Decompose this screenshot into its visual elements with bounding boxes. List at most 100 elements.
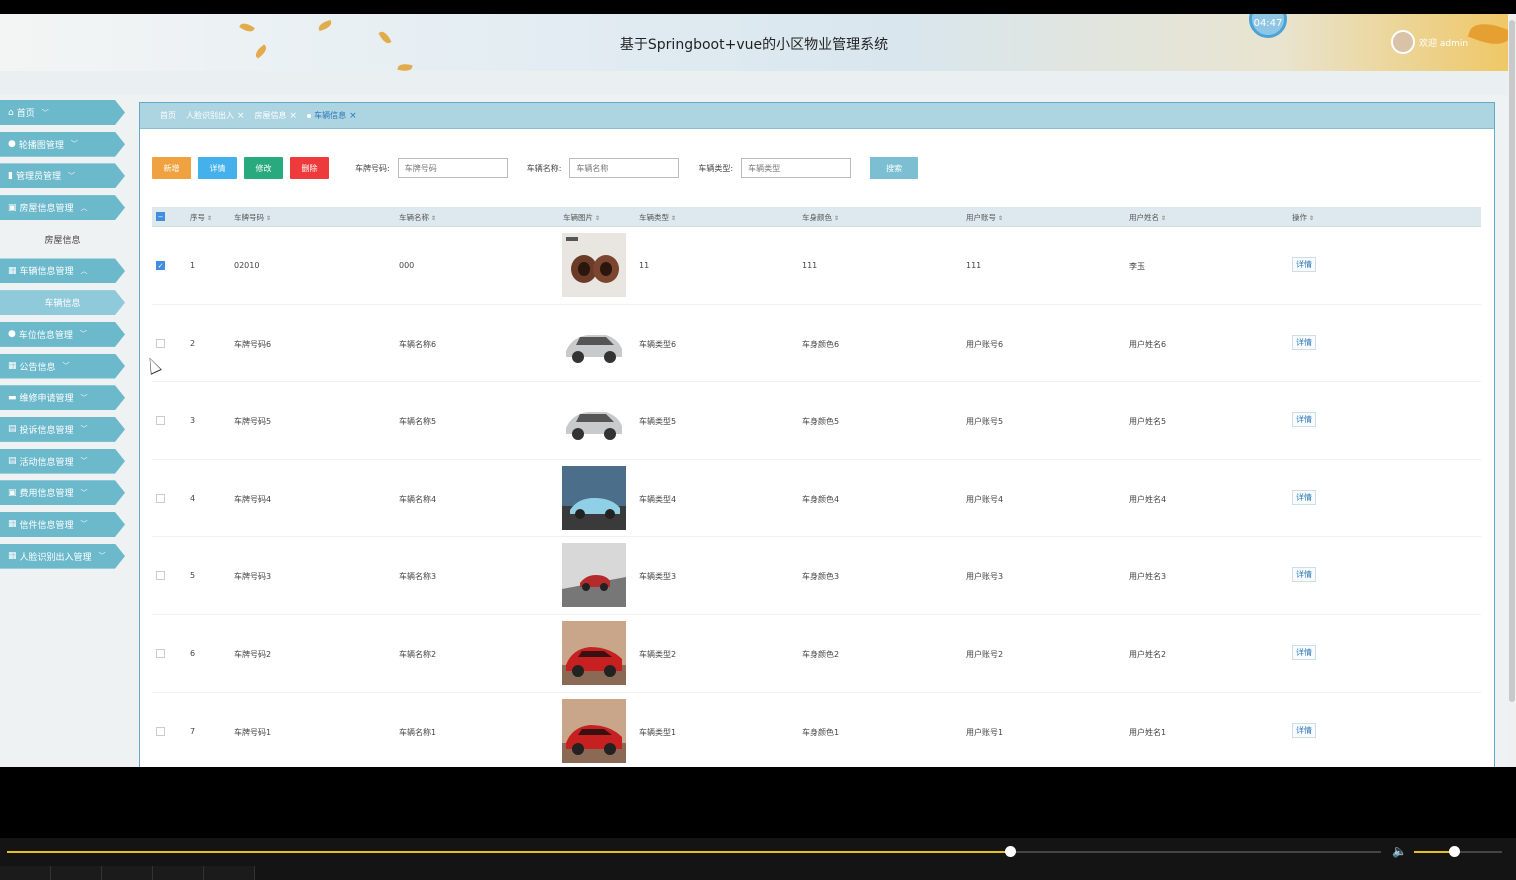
sort-icon[interactable]: ⇕ [593, 215, 600, 222]
row-detail-button[interactable]: 详情 [1292, 412, 1316, 428]
vehicle-thumbnail[interactable] [562, 388, 626, 453]
sidebar-subitem-active[interactable]: 车辆信息 [0, 290, 125, 316]
volume-handle[interactable] [1448, 846, 1460, 857]
sidebar-subitem[interactable]: 房屋信息 [0, 227, 125, 252]
edit-button[interactable]: 修改 [244, 157, 283, 179]
cell-plate: 车牌号码4 [234, 494, 272, 504]
sidebar-item[interactable]: ▦ 车辆信息管理 ︿ [0, 258, 125, 284]
leaf-decoration [317, 19, 333, 32]
vehicle-thumbnail[interactable] [562, 620, 626, 685]
tab[interactable]: 房屋信息 × [255, 110, 298, 121]
chevron-down-icon: ﹀ [80, 520, 88, 529]
select-all-checkbox[interactable]: − [156, 212, 165, 221]
sidebar-item[interactable]: ▬ 维修申请管理 ﹀ [0, 385, 125, 411]
tab[interactable]: 人脸识别出入 × [186, 110, 245, 121]
close-icon[interactable]: × [237, 111, 245, 121]
vehicle-type-label: 车辆类型: [698, 163, 734, 173]
column-header[interactable]: 车辆图片 ⇕ [563, 212, 600, 223]
column-header[interactable]: 车辆名称 ⇕ [399, 212, 436, 223]
close-icon[interactable]: × [290, 111, 298, 121]
user-info[interactable]: 欢迎 admin [1391, 30, 1468, 54]
plate-input[interactable] [397, 158, 508, 178]
column-header[interactable]: 车牌号码 ⇕ [234, 212, 271, 223]
tab[interactable]: 首页 [160, 110, 176, 121]
sidebar-item-label: 信件信息管理 [19, 520, 74, 531]
table-row[interactable]: 7 车牌号码1 车辆名称1 车辆类型1 车身颜色1 用户账号1 用户姓名1 详情 [152, 693, 1481, 767]
sort-icon[interactable]: ⇕ [669, 215, 676, 222]
cell-account: 用户账号5 [966, 417, 1004, 427]
row-detail-button[interactable]: 详情 [1292, 567, 1316, 583]
vehicle-thumbnail[interactable] [562, 310, 626, 375]
sidebar-item[interactable]: ▦ 人脸识别出入管理 ﹀ [0, 543, 125, 569]
row-checkbox[interactable] [156, 338, 165, 348]
row-detail-button[interactable]: 详情 [1292, 489, 1316, 505]
column-header[interactable]: 用户姓名 ⇕ [1129, 212, 1166, 223]
vehicle-thumbnail[interactable] [562, 465, 626, 530]
sidebar-item[interactable]: ● 轮播图管理 ﹀ [0, 131, 125, 157]
table-row[interactable]: ✓ 1 02010 000 11 111 111 李玉 详情 [152, 227, 1481, 305]
tab-label: 首页 [160, 111, 176, 120]
home-icon: ⌂ [8, 107, 14, 118]
sidebar-item[interactable]: ● 车位信息管理 ﹀ [0, 321, 125, 347]
cell-user: 用户姓名2 [1129, 649, 1167, 659]
detail-button[interactable]: 详情 [198, 157, 237, 179]
column-header[interactable]: 序号 ⇕ [190, 212, 212, 223]
delete-button[interactable]: 删除 [290, 157, 329, 179]
avatar[interactable] [1391, 30, 1415, 54]
cell-plate: 车牌号码6 [234, 339, 272, 349]
sort-icon[interactable]: ⇕ [1159, 215, 1166, 222]
sort-icon[interactable]: ⇕ [429, 215, 436, 222]
row-detail-button[interactable]: 详情 [1292, 722, 1316, 738]
column-header[interactable]: 车辆类型 ⇕ [639, 212, 676, 223]
close-icon[interactable]: × [349, 111, 357, 121]
cell-user: 用户姓名1 [1129, 727, 1167, 737]
chevron-down-icon: ﹀ [80, 488, 88, 497]
cell-user: 用户姓名4 [1129, 494, 1167, 504]
table-row[interactable]: 4 车牌号码4 车辆名称4 车辆类型4 车身颜色4 用户账号4 用户姓名4 详情 [152, 460, 1481, 538]
sidebar-item[interactable]: ▤ 投诉信息管理 ﹀ [0, 416, 125, 442]
cell-account: 用户账号6 [966, 339, 1004, 349]
row-detail-button[interactable]: 详情 [1292, 334, 1316, 350]
row-checkbox[interactable] [156, 726, 165, 736]
column-header[interactable]: 用户账号 ⇕ [966, 212, 1003, 223]
sort-icon[interactable]: ⇕ [1307, 215, 1314, 222]
sidebar-item[interactable]: ▤ 活动信息管理 ﹀ [0, 448, 125, 474]
sidebar-item[interactable]: ▣ 费用信息管理 ﹀ [0, 480, 125, 506]
table-row[interactable]: 2 车牌号码6 车辆名称6 车辆类型6 车身颜色6 用户账号6 用户姓名6 详情 [152, 305, 1481, 383]
row-checkbox[interactable] [156, 416, 165, 426]
row-detail-button[interactable]: 详情 [1292, 257, 1316, 272]
search-button[interactable]: 搜索 [870, 157, 919, 179]
table-row[interactable]: 5 车牌号码3 车辆名称3 车辆类型3 车身颜色3 用户账号3 用户姓名3 详情 [152, 537, 1481, 615]
vehicle-thumbnail[interactable] [562, 543, 626, 608]
sort-icon[interactable]: ⇕ [264, 215, 271, 222]
sidebar-item[interactable]: ▣ 房屋信息管理 ︿ [0, 195, 125, 221]
sort-icon[interactable]: ⇕ [996, 215, 1003, 222]
column-header[interactable]: 车身颜色 ⇕ [802, 212, 839, 223]
vehicle-name-input[interactable] [569, 158, 680, 178]
tab[interactable]: 车辆信息 × [307, 110, 357, 121]
vehicle-type-input[interactable] [741, 158, 852, 178]
column-header[interactable]: 操作 ⇕ [1292, 212, 1314, 223]
row-checkbox[interactable] [156, 571, 165, 581]
row-checkbox[interactable] [156, 648, 165, 658]
table-row[interactable]: 6 车牌号码2 车辆名称2 车辆类型2 车身颜色2 用户账号2 用户姓名2 详情 [152, 615, 1481, 693]
row-checkbox[interactable]: ✓ [156, 261, 165, 270]
vehicle-thumbnail[interactable] [562, 233, 626, 297]
sort-icon[interactable]: ⇕ [832, 215, 839, 222]
row-detail-button[interactable]: 详情 [1292, 644, 1316, 660]
seek-handle[interactable] [1005, 846, 1017, 857]
sidebar-item[interactable]: ▦ 信件信息管理 ﹀ [0, 511, 125, 537]
row-checkbox[interactable] [156, 493, 165, 503]
sidebar-item-label: 人脸识别出入管理 [19, 552, 92, 563]
chevron-up-icon: ︿ [80, 266, 88, 275]
column-header-label: 用户姓名 [1129, 213, 1159, 222]
table-row[interactable]: 3 车牌号码5 车辆名称5 车辆类型5 车身颜色5 用户账号5 用户姓名5 详情 [152, 382, 1481, 460]
scrollbar-thumb[interactable] [1509, 20, 1515, 702]
sidebar-item[interactable]: ⌂ 首页 ﹀ [0, 100, 125, 125]
sidebar-item[interactable]: ▮ 管理员管理 ﹀ [0, 163, 125, 189]
sort-icon[interactable]: ⇕ [205, 215, 212, 222]
volume-icon[interactable]: 🔈 [1392, 844, 1407, 858]
sidebar-item[interactable]: ▦ 公告信息 ﹀ [0, 353, 125, 379]
add-button[interactable]: 新增 [152, 157, 191, 179]
vehicle-thumbnail[interactable] [562, 698, 626, 763]
